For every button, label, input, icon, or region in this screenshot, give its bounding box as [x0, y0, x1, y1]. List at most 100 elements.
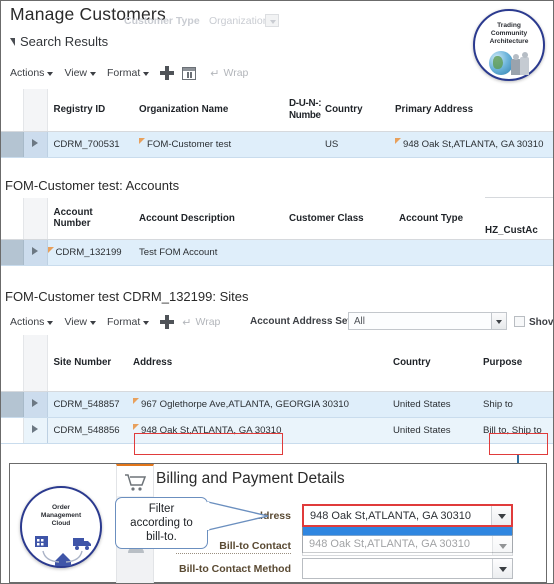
- chevron-down-icon[interactable]: [492, 559, 512, 578]
- col-country[interactable]: Country: [393, 335, 483, 392]
- cell-organization-name[interactable]: FOM-Customer test: [139, 131, 289, 158]
- col-site-number[interactable]: Site Number: [47, 335, 133, 392]
- tca-logo-line2: Community: [490, 29, 528, 37]
- cell-address: 948 Oak St,ATLANTA, GA 30310: [133, 417, 393, 444]
- header-gutter-2: [23, 89, 48, 132]
- cart-tab[interactable]: [116, 464, 154, 496]
- format-menu-label: Format: [107, 316, 141, 328]
- view-menu[interactable]: View: [64, 316, 97, 328]
- col-account-number-line2: Number: [53, 218, 91, 230]
- format-menu[interactable]: Format: [107, 67, 150, 79]
- address-text: 948 Oak St,ATLANTA, GA 30310: [141, 424, 282, 436]
- col-address[interactable]: Address: [133, 335, 393, 392]
- wrap-button[interactable]: ↵ Wrap: [182, 316, 220, 329]
- billing-payment-panel: Billing and Payment Details Order Manage…: [9, 463, 547, 583]
- plus-icon[interactable]: [160, 315, 175, 329]
- cell-country: United States: [393, 417, 483, 444]
- chevron-right-icon: [32, 138, 38, 147]
- search-results-disclosure[interactable]: Search Results: [10, 34, 108, 49]
- omc-logo-line3: Cloud: [51, 519, 71, 527]
- col-country[interactable]: Country: [325, 89, 395, 132]
- bill-to-address-value: 948 Oak St,ATLANTA, GA 30310: [310, 509, 472, 522]
- col-organization-name[interactable]: Organization Name: [139, 89, 289, 132]
- bill-to-contact-method-combo[interactable]: [302, 558, 513, 579]
- col-account-description[interactable]: Account Description: [139, 197, 289, 240]
- callout-line2: according to: [130, 517, 193, 530]
- cell-registry-id[interactable]: CDRM_700531: [47, 131, 139, 158]
- plus-icon[interactable]: [160, 66, 175, 80]
- col-duns-number[interactable]: D-U-N-: Numbe: [289, 89, 325, 132]
- search-results-label: Search Results: [20, 34, 109, 49]
- chevron-down-icon: [10, 38, 15, 46]
- manage-customers-app: Manage Customers Customer Type Organizat…: [1, 1, 553, 463]
- chevron-down-icon[interactable]: [491, 313, 506, 329]
- wrap-button[interactable]: ↵ Wrap: [210, 67, 248, 80]
- chevron-down-icon[interactable]: [491, 506, 511, 525]
- show-checkbox[interactable]: [514, 316, 525, 327]
- format-menu-label: Format: [107, 67, 141, 79]
- header-gutter-2: [23, 197, 48, 240]
- bill-to-contact-combo[interactable]: [302, 535, 513, 556]
- account-number-text: CDRM_132199: [55, 247, 122, 258]
- col-account-number-line1: Account: [53, 206, 93, 218]
- col-duns-line2: Numbe: [289, 109, 321, 121]
- table-row[interactable]: CDRM_132199 Test FOM Account: [1, 239, 553, 266]
- table-row[interactable]: CDRM_548857 967 Oglethorpe Ave,ATLANTA, …: [1, 391, 553, 418]
- cell-site-number[interactable]: CDRM_548857: [47, 391, 133, 418]
- sites-table: Site Number Address Country Purpose CDRM…: [1, 335, 553, 444]
- cell-site-number[interactable]: CDRM_548856: [47, 417, 133, 444]
- detach-icon[interactable]: [182, 66, 197, 80]
- row-expand-cell[interactable]: [23, 417, 48, 444]
- actions-menu[interactable]: Actions: [10, 316, 54, 328]
- customer-type-dropdown-button[interactable]: [265, 14, 279, 27]
- bill-to-address-combo[interactable]: 948 Oak St,ATLANTA, GA 30310: [302, 504, 513, 527]
- col-hz-custac[interactable]: HZ_CustAc: [485, 197, 553, 240]
- chevron-down-icon: [143, 72, 150, 76]
- table-header-row: Site Number Address Country Purpose: [1, 335, 553, 392]
- customer-type-label: Customer Type: [124, 15, 200, 27]
- account-address-set-select[interactable]: All: [348, 312, 507, 330]
- row-expand-cell[interactable]: [23, 239, 48, 266]
- flag-icon: [139, 138, 145, 144]
- col-account-type[interactable]: Account Type: [399, 197, 485, 240]
- row-expand-cell[interactable]: [23, 391, 48, 418]
- row-select-gutter[interactable]: [1, 131, 24, 158]
- address-text: 967 Oglethorpe Ave,ATLANTA, GEORGIA 3031…: [141, 398, 349, 410]
- chevron-down-icon: [90, 72, 97, 76]
- cell-address: 967 Oglethorpe Ave,ATLANTA, GEORGIA 3031…: [133, 391, 393, 418]
- tca-logo-line1: Trading: [497, 22, 521, 29]
- wrap-icon: ↵: [182, 316, 192, 329]
- tca-logo-line3: Architecture: [489, 37, 529, 45]
- callout-tail: [206, 501, 269, 531]
- col-registry-id[interactable]: Registry ID: [47, 89, 139, 132]
- chevron-down-icon: [47, 321, 54, 325]
- row-select-gutter[interactable]: [1, 239, 24, 266]
- actions-menu[interactable]: Actions: [10, 67, 54, 79]
- wrap-label: Wrap: [195, 316, 221, 328]
- table-row[interactable]: CDRM_548856 948 Oak St,ATLANTA, GA 30310…: [1, 417, 553, 444]
- col-purpose[interactable]: Purpose: [483, 335, 553, 392]
- row-expand-cell[interactable]: [23, 131, 48, 158]
- flag-icon: [133, 424, 139, 430]
- table-header-row: Account Number Account Description Custo…: [1, 197, 553, 240]
- omc-supply-chain-icon: [35, 536, 91, 566]
- col-customer-class[interactable]: Customer Class: [289, 197, 399, 240]
- omc-logo-line2: Management: [40, 511, 82, 519]
- chevron-down-icon[interactable]: [492, 536, 512, 555]
- cell-country: US: [325, 131, 395, 158]
- col-primary-address[interactable]: Primary Address: [395, 89, 553, 132]
- chevron-down-icon: [47, 72, 54, 76]
- row-select-gutter[interactable]: [1, 417, 24, 444]
- cell-account-number[interactable]: CDRM_132199: [47, 239, 139, 266]
- col-account-number[interactable]: Account Number: [47, 197, 139, 240]
- view-menu[interactable]: View: [64, 67, 97, 79]
- cell-account-description[interactable]: Test FOM Account: [139, 239, 289, 266]
- view-menu-label: View: [64, 67, 88, 79]
- header-gutter-2: [23, 335, 48, 392]
- format-menu[interactable]: Format: [107, 316, 150, 328]
- account-address-set-value: All: [354, 315, 365, 327]
- header-gutter-1: [1, 335, 24, 392]
- table-row[interactable]: CDRM_700531 FOM-Customer test US 948 Oak…: [1, 131, 553, 158]
- primary-address-text: 948 Oak St,ATLANTA, GA 30310: [403, 138, 544, 150]
- row-select-gutter[interactable]: [1, 391, 24, 418]
